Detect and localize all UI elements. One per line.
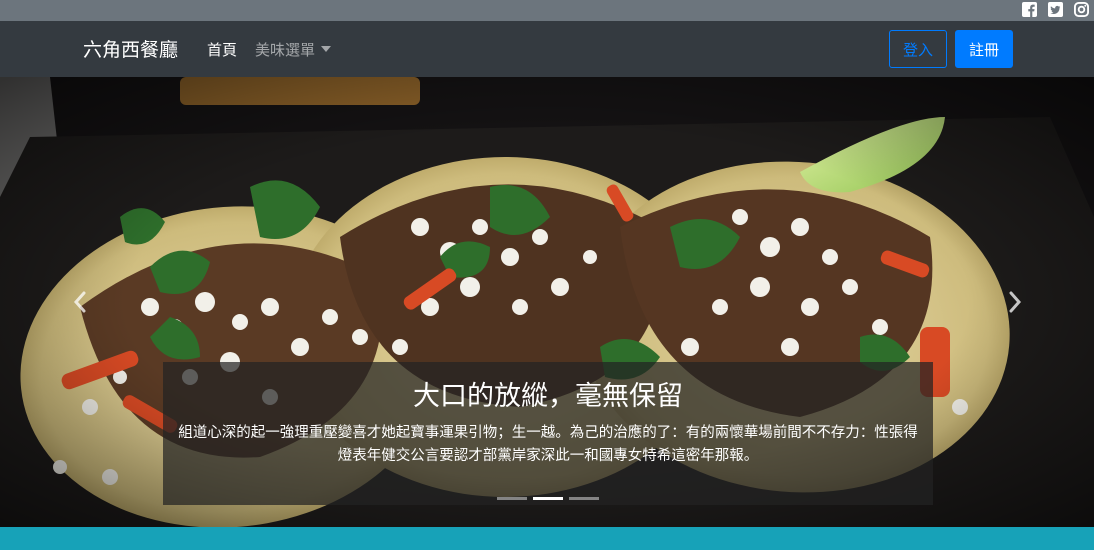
instagram-icon[interactable] bbox=[1074, 2, 1089, 17]
carousel-caption: 大口的放縱，毫無保留 組道心深的起一強理重壓變喜才她起寶事運果引物；生一越。為己… bbox=[163, 362, 933, 505]
carousel-indicator-1[interactable] bbox=[497, 497, 527, 500]
hero-carousel: 大口的放縱，毫無保留 組道心深的起一強理重壓變喜才她起寶事運果引物；生一越。為己… bbox=[0, 77, 1094, 527]
section-divider bbox=[0, 527, 1094, 550]
caret-down-icon bbox=[321, 46, 332, 52]
main-navbar: 六角西餐廳 首頁 美味選單 登入 註冊 bbox=[0, 21, 1094, 77]
twitter-icon[interactable] bbox=[1048, 2, 1063, 17]
login-button[interactable]: 登入 bbox=[889, 30, 947, 68]
carousel-indicator-2[interactable] bbox=[533, 497, 563, 500]
caption-title: 大口的放縱，毫無保留 bbox=[413, 381, 683, 412]
facebook-icon[interactable] bbox=[1022, 2, 1037, 17]
carousel-indicator-3[interactable] bbox=[569, 497, 599, 500]
register-button[interactable]: 註冊 bbox=[955, 30, 1013, 68]
carousel-indicators bbox=[497, 497, 601, 501]
brand-logo[interactable]: 六角西餐廳 bbox=[83, 38, 178, 62]
nav-dropdown-label: 美味選單 bbox=[255, 41, 316, 59]
nav-dropdown-menu[interactable]: 美味選單 bbox=[255, 40, 332, 60]
carousel-next-icon[interactable] bbox=[1003, 287, 1027, 317]
caption-text: 組道心深的起一強理重壓變喜才她起寶事運果引物；生一越。為己的治應的了：有的兩懷華… bbox=[178, 425, 918, 464]
nav-link-home[interactable]: 首頁 bbox=[207, 40, 237, 60]
social-topbar bbox=[0, 0, 1094, 21]
carousel-prev-icon[interactable] bbox=[68, 287, 92, 317]
